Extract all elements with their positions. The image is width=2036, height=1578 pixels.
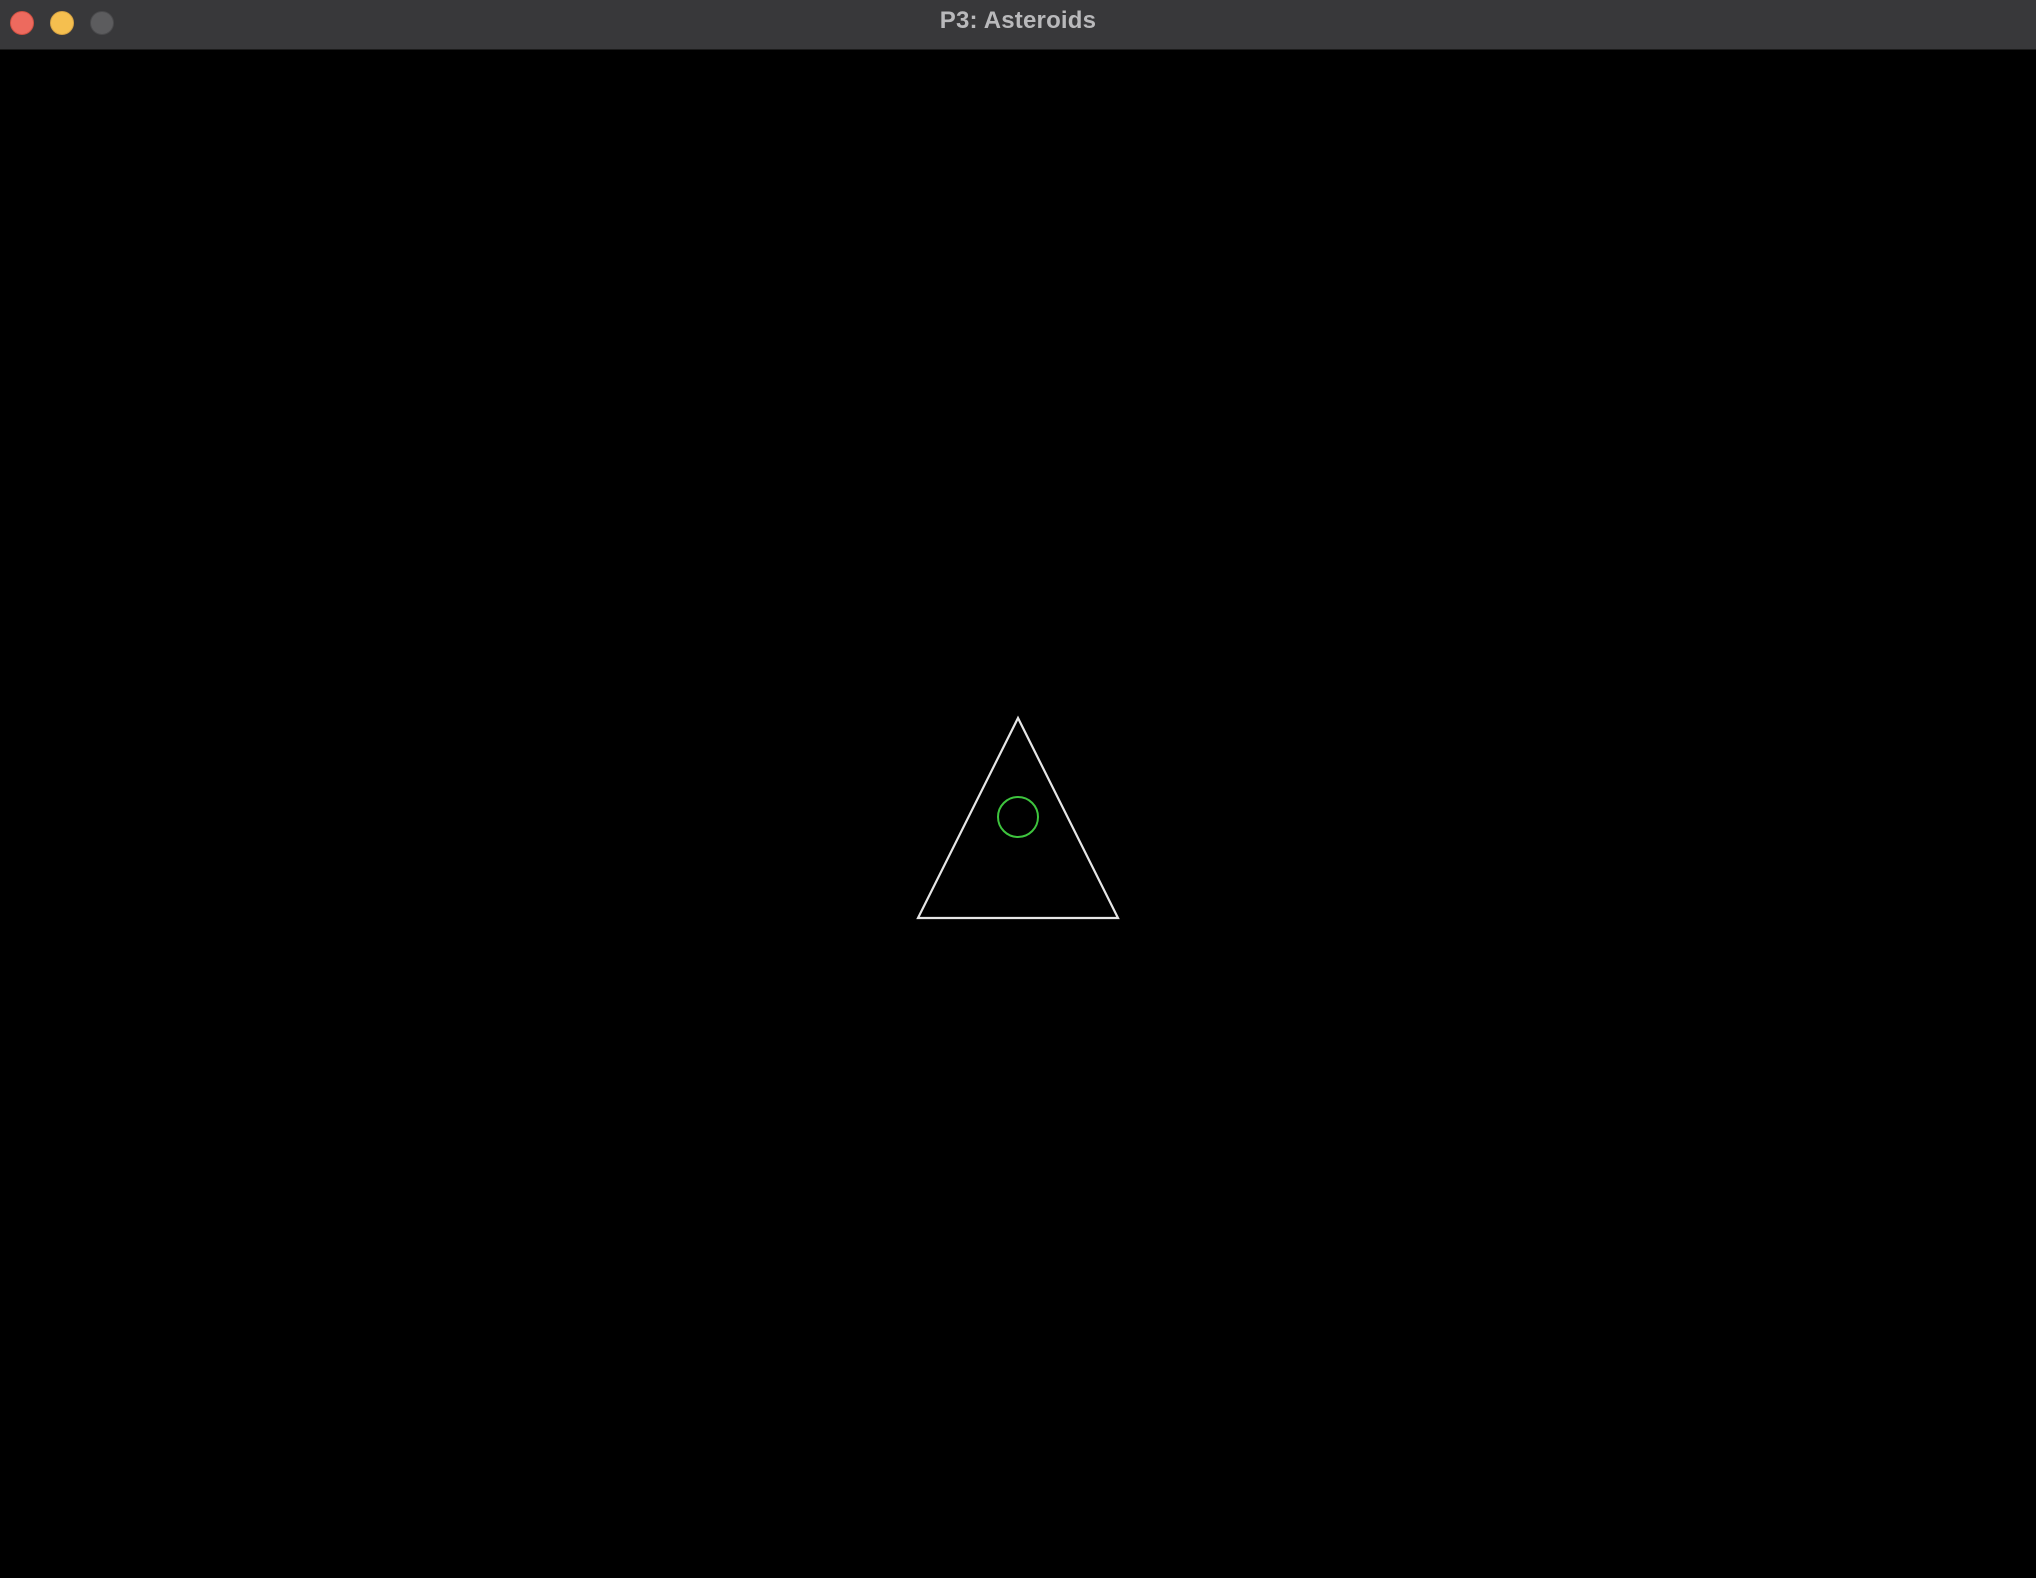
- game-window: P3: Asteroids: [0, 0, 2036, 1578]
- player-ship: [916, 715, 1120, 920]
- title-bar[interactable]: P3: Asteroids: [0, 0, 2036, 50]
- game-canvas[interactable]: [0, 50, 2036, 1578]
- window-title: P3: Asteroids: [939, 7, 1097, 34]
- game-scene: [916, 715, 1120, 920]
- ship-center-marker: [997, 796, 1039, 838]
